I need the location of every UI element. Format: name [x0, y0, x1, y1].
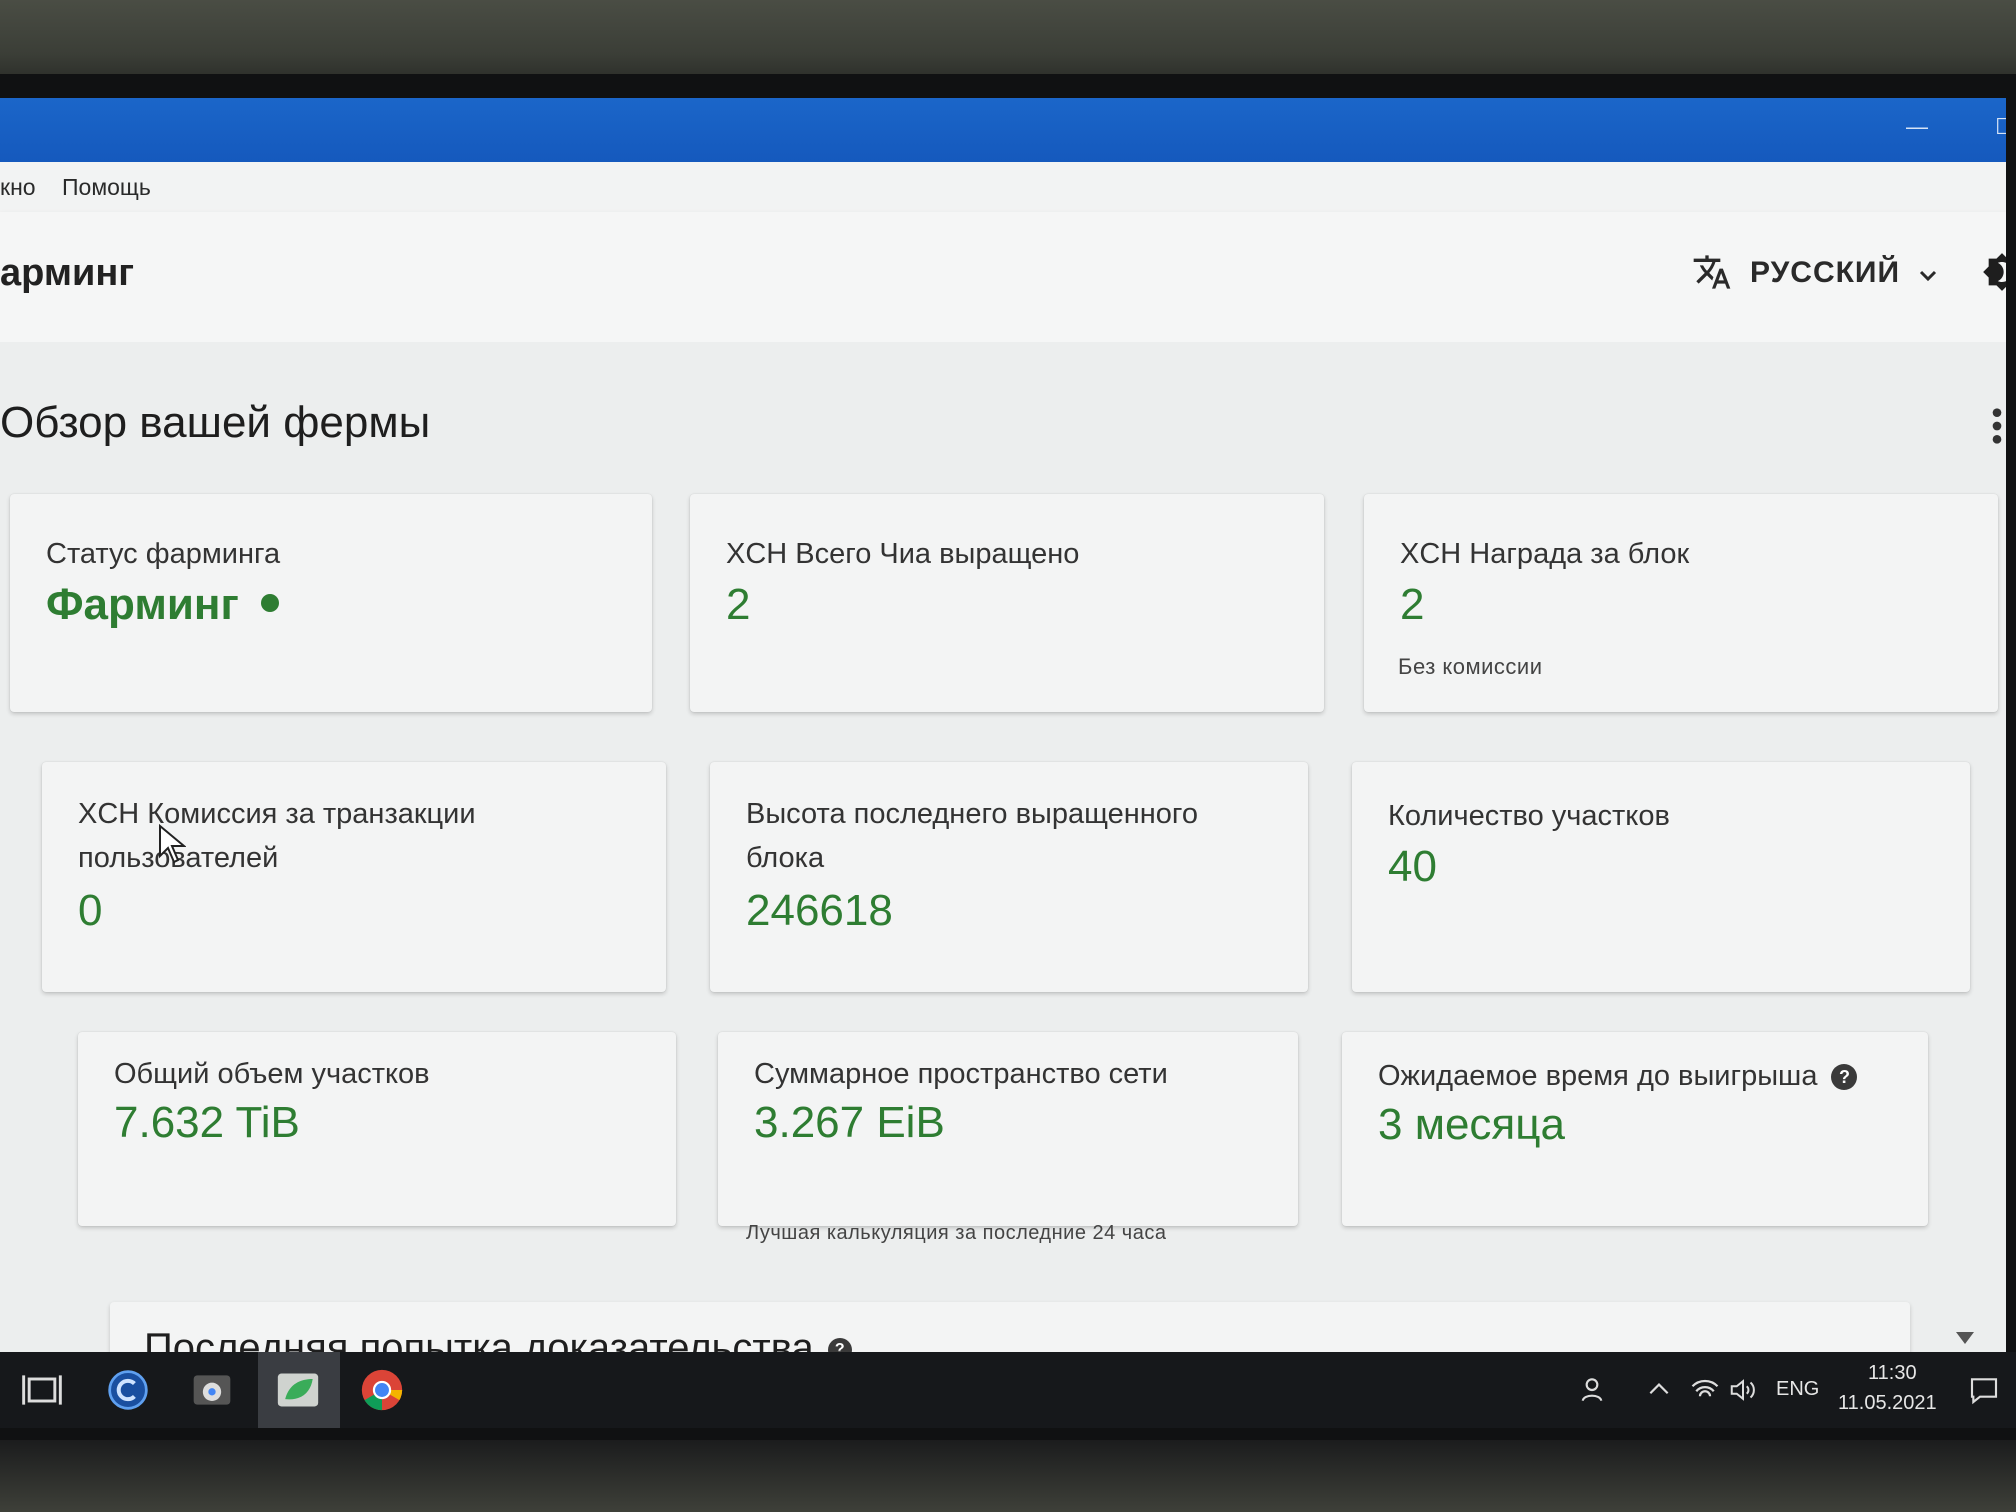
card-total-size: Общий объем участков 7.632 TiB — [78, 1032, 676, 1226]
card-subtitle: Без комиссии — [1398, 654, 1543, 679]
card-title-text: Ожидаемое время до выигрыша — [1378, 1060, 1818, 1092]
card-title: XCH Всего Чиа выращено — [726, 538, 1080, 570]
ccleaner-icon[interactable] — [106, 1368, 150, 1412]
screen: — ☐ кно Помощь арминг РУССКИЙ Обзор ваше… — [0, 98, 2006, 1428]
photo-background-bottom — [0, 1440, 2016, 1512]
card-user-fees: XCH Комиссия за транзакции пользователей… — [42, 762, 666, 992]
card-plot-count: Количество участков 40 — [1352, 762, 1970, 992]
notification-icon[interactable] — [1968, 1368, 2000, 1412]
menu-window[interactable]: кно — [0, 174, 36, 201]
card-title: XCH Награда за блок — [1400, 538, 1690, 570]
card-value: 2 — [726, 580, 751, 629]
page-title: арминг — [0, 252, 135, 294]
language-selector[interactable]: РУССКИЙ — [1750, 256, 1900, 290]
card-title-line2: пользователей — [78, 836, 476, 880]
netspace-subtitle: Лучшая калькуляция за последние 24 часа — [746, 1222, 1167, 1244]
card-value: 0 — [78, 886, 103, 935]
card-total-chia: XCH Всего Чиа выращено 2 — [690, 494, 1324, 712]
chrome-icon[interactable] — [360, 1368, 404, 1412]
farming-status-value: Фарминг — [46, 580, 239, 629]
card-last-height: Высота последнего выращенного блока 2466… — [710, 762, 1308, 992]
taskbar: ENG 11:30 11.05.2021 — [0, 1352, 2016, 1428]
card-value: 7.632 TiB — [114, 1098, 300, 1147]
card-value: 40 — [1388, 842, 1437, 891]
help-icon[interactable]: ? — [1831, 1064, 1858, 1091]
status-dot-icon — [260, 594, 279, 613]
card-value: 3.267 EiB — [754, 1098, 945, 1147]
card-title: Количество участков — [1388, 800, 1670, 832]
card-value: Фарминг — [46, 580, 279, 630]
window-titlebar: — ☐ — [0, 98, 2006, 162]
clock-time[interactable]: 11:30 — [1868, 1362, 1917, 1385]
card-value: 2 — [1400, 580, 1425, 629]
card-value: 246618 — [746, 886, 893, 935]
card-block-reward: XCH Награда за блок 2 Без комиссии — [1364, 494, 1998, 712]
card-title: Статус фарминга — [46, 538, 281, 570]
card-farming-status: Статус фарминга Фарминг — [10, 494, 652, 712]
card-title: Суммарное пространство сети — [754, 1058, 1168, 1090]
volume-icon[interactable] — [1728, 1368, 1758, 1412]
app-header: арминг РУССКИЙ — [0, 212, 2006, 342]
language-indicator[interactable]: ENG — [1776, 1378, 1819, 1401]
mouse-cursor-icon — [159, 824, 186, 864]
task-view-icon[interactable] — [20, 1368, 64, 1412]
card-time-to-win: Ожидаемое время до выигрыша? 3 месяца — [1342, 1032, 1928, 1226]
more-options-icon[interactable] — [1990, 406, 2004, 446]
card-title-line1: XCH Комиссия за транзакции — [78, 798, 476, 830]
network-icon[interactable] — [1690, 1368, 1720, 1412]
card-title: Ожидаемое время до выигрыша? — [1378, 1054, 1858, 1098]
menu-help[interactable]: Помощь — [62, 174, 151, 201]
section-title: Обзор вашей фермы — [0, 398, 431, 447]
chrome-app-icon[interactable] — [190, 1368, 234, 1412]
people-icon[interactable] — [1580, 1368, 1612, 1412]
card-value: 3 месяца — [1378, 1100, 1565, 1149]
scroll-down-arrow-icon[interactable] — [1956, 1332, 1974, 1344]
maximize-button[interactable]: ☐ — [1988, 112, 2006, 142]
card-netspace: Суммарное пространство сети 3.267 EiB — [718, 1032, 1298, 1226]
menu-bar: кно Помощь — [0, 162, 2006, 212]
card-title-line2: блока — [746, 842, 825, 874]
chevron-up-icon[interactable] — [1646, 1368, 1672, 1412]
theme-icon[interactable] — [1982, 252, 2006, 292]
card-title: XCH Комиссия за транзакции пользователей — [78, 792, 476, 880]
translate-icon[interactable] — [1692, 252, 1732, 292]
chia-icon[interactable] — [276, 1368, 320, 1412]
clock-date[interactable]: 11.05.2021 — [1838, 1392, 1937, 1415]
card-title: Общий объем участков — [114, 1058, 430, 1090]
chevron-down-icon[interactable] — [1916, 264, 1940, 288]
card-title-line1: Высота последнего выращенного — [746, 798, 1198, 830]
farm-overview: Обзор вашей фермы Статус фарминга Фармин… — [0, 342, 2006, 1422]
minimize-button[interactable]: — — [1900, 112, 1934, 142]
card-title: Высота последнего выращенного блока — [746, 792, 1198, 880]
